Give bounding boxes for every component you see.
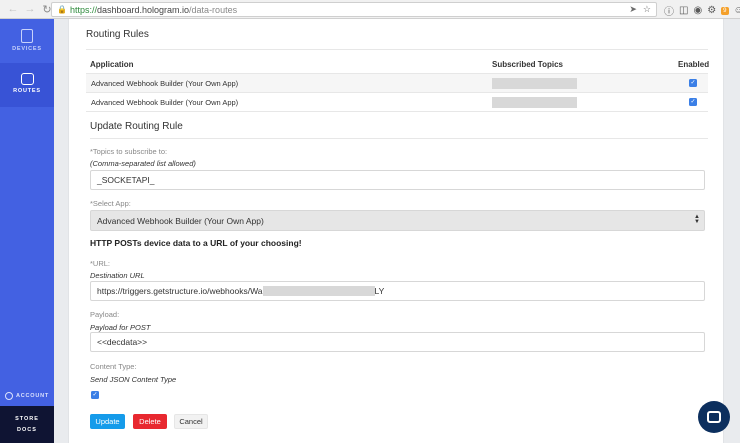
app-select-value: Advanced Webhook Builder (Your Own App) <box>97 215 264 226</box>
redacted-topic <box>492 97 577 108</box>
payload-label: Payload: <box>90 310 120 319</box>
app-select[interactable]: Advanced Webhook Builder (Your Own App) … <box>90 210 705 231</box>
table-row[interactable]: Advanced Webhook Builder (Your Own App) … <box>86 73 708 92</box>
column-header-enabled: Enabled <box>678 60 710 69</box>
calendar-extension-icon[interactable]: 9 <box>721 6 729 15</box>
star-icon[interactable]: ☆ <box>643 4 651 15</box>
sidebar-item-label: ROUTES <box>13 88 41 94</box>
store-link[interactable]: STORE <box>15 416 39 422</box>
browser-toolbar: ← → ↻ 🔒 https:// dashboard.hologram.io /… <box>0 0 740 19</box>
lock-icon: 🔒 <box>57 5 67 14</box>
location-icon[interactable]: ➤ <box>629 4 637 15</box>
url-scheme: https:// <box>69 4 97 15</box>
back-arrow-icon[interactable]: ← <box>6 2 20 16</box>
column-header-application: Application <box>90 60 134 69</box>
divider <box>86 49 708 50</box>
forward-arrow-icon[interactable]: → <box>23 2 37 16</box>
routes-card: Routing Rules Application Subscribed Top… <box>68 19 724 443</box>
update-button[interactable]: Update <box>90 414 125 429</box>
sidebar-item-label: DEVICES <box>12 46 42 52</box>
sidebar-item-label: ACCOUNT <box>15 393 50 399</box>
enabled-checkbox[interactable]: ✓ <box>689 98 697 106</box>
account-icon <box>4 392 13 400</box>
address-bar[interactable]: 🔒 https:// dashboard.hologram.io /data-r… <box>51 2 657 17</box>
url-host: dashboard.hologram.io <box>96 4 190 15</box>
url-value-start: https://triggers.getstructure.io/webhook… <box>97 286 263 296</box>
info-extension-icon[interactable]: ⓘ <box>664 3 674 18</box>
json-content-type-checkbox[interactable]: ✓ <box>91 391 99 399</box>
docs-link[interactable]: DOCS <box>17 427 37 433</box>
content-type-hint: Send JSON Content Type <box>90 375 177 384</box>
enabled-checkbox[interactable]: ✓ <box>689 79 697 87</box>
redacted-url-part <box>262 286 375 296</box>
user-extension-icon[interactable]: ☺ <box>734 5 740 16</box>
sidebar: DEVICES ROUTES ACCOUNT STORE DOCS <box>0 19 54 443</box>
column-header-topics: Subscribed Topics <box>492 60 563 69</box>
divider <box>90 138 708 139</box>
topics-label: *Topics to subscribe to: <box>90 147 168 156</box>
table-row[interactable]: Advanced Webhook Builder (Your Own App) … <box>86 92 708 111</box>
url-path: /data-routes <box>189 4 238 15</box>
url-hint: Destination URL <box>90 271 145 280</box>
tool-extension-icon[interactable]: ⚙ <box>707 5 716 16</box>
chat-launcher-button[interactable] <box>698 401 730 433</box>
sidebar-item-routes[interactable]: ROUTES <box>0 63 54 107</box>
url-value-end: LY <box>374 286 385 296</box>
row-application: Advanced Webhook Builder (Your Own App) <box>91 98 239 107</box>
app-label: *Select App: <box>90 199 131 208</box>
divider <box>86 111 708 112</box>
topics-input[interactable]: _SOCKETAPI_ <box>90 170 705 190</box>
sidebar-item-account[interactable]: ACCOUNT <box>0 389 54 403</box>
app-description: HTTP POSTs device data to a URL of your … <box>90 238 302 248</box>
topics-hint: (Comma-separated list allowed) <box>90 159 196 168</box>
sidebar-footer: STORE DOCS <box>0 406 54 443</box>
device-icon <box>21 29 33 43</box>
page-title: Routing Rules <box>86 29 149 40</box>
payload-hint: Payload for POST <box>90 323 151 332</box>
pocket-extension-icon[interactable]: ◉ <box>693 5 702 16</box>
url-input[interactable]: https://triggers.getstructure.io/webhook… <box>90 281 705 301</box>
chat-icon <box>707 411 721 423</box>
select-arrows-icon: ▲ ▼ <box>694 214 700 225</box>
cube-icon <box>20 73 34 85</box>
delete-button[interactable]: Delete <box>133 414 167 429</box>
content-type-label: Content Type: <box>90 362 137 371</box>
row-application: Advanced Webhook Builder (Your Own App) <box>91 79 239 88</box>
shield-extension-icon[interactable]: ◫ <box>679 5 688 16</box>
url-label: *URL: <box>90 259 111 268</box>
payload-input[interactable]: <<decdata>> <box>90 332 705 352</box>
cancel-button[interactable]: Cancel <box>174 414 208 429</box>
section-title: Update Routing Rule <box>90 121 183 132</box>
redacted-topic <box>492 78 577 89</box>
